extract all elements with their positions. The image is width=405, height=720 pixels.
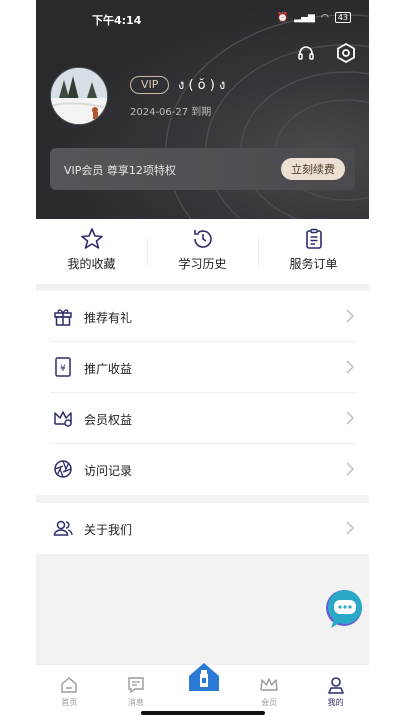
tab-mine[interactable]: 我的 xyxy=(302,665,369,720)
menu-item-membership-benefits[interactable]: 会员权益 xyxy=(50,393,355,444)
tab-label: 会员 xyxy=(261,698,278,707)
menu-item-label: 推荐有礼 xyxy=(84,311,133,325)
orders-button[interactable]: 服务订单 xyxy=(258,219,369,284)
menu-list: 推荐有礼 ¥ 推广收益 会员权益 访问记录 xyxy=(36,291,369,495)
vip-badge: VIP xyxy=(130,76,170,94)
menu-item-about-us[interactable]: 关于我们 xyxy=(50,503,355,554)
user-nickname: ง ( ŏ ) ง xyxy=(178,78,226,93)
renew-button[interactable]: 立刻续费 xyxy=(281,158,345,180)
star-icon xyxy=(80,227,104,251)
wifi-icon: ◠ xyxy=(320,12,329,23)
phone-screen: 下午4:14 ⏰ ▂▄▆ ◠ 43 VIP ง (ŏ) ง 2024-06-… xyxy=(36,0,369,720)
tab-home[interactable]: 首页 xyxy=(36,665,103,720)
status-time: 下午4:14 xyxy=(92,14,142,27)
person-icon xyxy=(326,675,346,695)
vip-banner-text: VIP会员 尊享12项特权 xyxy=(64,164,176,177)
chevron-right-icon xyxy=(345,308,355,324)
home-indicator xyxy=(141,711,265,715)
profile-header: 下午4:14 ⏰ ▂▄▆ ◠ 43 VIP ง (ŏ) ง 2024-06-… xyxy=(36,0,369,219)
aperture-icon xyxy=(52,458,74,480)
status-bar: 下午4:14 ⏰ ▂▄▆ ◠ 43 xyxy=(36,10,369,28)
quick-actions: 我的收藏 学习历史 服务订单 xyxy=(36,219,369,284)
gift-icon xyxy=(52,305,74,327)
history-label: 学习历史 xyxy=(178,257,227,271)
vip-banner: VIP会员 尊享12项特权 立刻续费 xyxy=(50,148,355,190)
home-icon xyxy=(59,675,79,695)
settings-icon[interactable] xyxy=(335,42,357,64)
crown-icon xyxy=(259,675,279,695)
vip-expiry-date: 2024-06-27 到期 xyxy=(130,107,212,118)
menu-item-label: 访问记录 xyxy=(84,464,133,478)
chevron-right-icon xyxy=(345,520,355,536)
history-icon xyxy=(191,227,215,251)
clipboard-icon xyxy=(302,227,326,251)
menu-item-earnings[interactable]: ¥ 推广收益 xyxy=(50,342,355,393)
menu-list-about: 关于我们 xyxy=(36,503,369,554)
tab-label: 消息 xyxy=(127,698,144,707)
message-icon xyxy=(126,675,146,695)
menu-item-referral[interactable]: 推荐有礼 xyxy=(50,291,355,342)
bottle-home-icon xyxy=(187,661,221,693)
alarm-icon: ⏰ xyxy=(276,12,289,23)
chevron-right-icon xyxy=(345,410,355,426)
tab-label: 我的 xyxy=(327,698,344,707)
headset-icon[interactable] xyxy=(295,42,317,64)
menu-item-label: 关于我们 xyxy=(84,523,133,537)
chat-bubble-icon xyxy=(326,590,362,628)
favorites-label: 我的收藏 xyxy=(67,257,116,271)
chevron-right-icon xyxy=(345,359,355,375)
battery-icon: 43 xyxy=(334,12,351,23)
crown-icon xyxy=(52,407,74,429)
customer-service-chat-button[interactable] xyxy=(320,587,364,631)
history-button[interactable]: 学习历史 xyxy=(147,219,258,284)
tab-label: 首页 xyxy=(61,698,78,707)
avatar[interactable] xyxy=(50,67,108,125)
favorites-button[interactable]: 我的收藏 xyxy=(36,219,147,284)
menu-item-label: 会员权益 xyxy=(84,413,133,427)
menu-item-visit-history[interactable]: 访问记录 xyxy=(50,444,355,495)
yuan-icon: ¥ xyxy=(52,356,74,378)
menu-item-label: 推广收益 xyxy=(84,362,133,376)
chevron-right-icon xyxy=(345,461,355,477)
signal-icon: ▂▄▆ xyxy=(294,12,315,23)
orders-label: 服务订单 xyxy=(289,257,338,271)
people-icon xyxy=(52,517,74,539)
svg-text:¥: ¥ xyxy=(60,364,66,374)
